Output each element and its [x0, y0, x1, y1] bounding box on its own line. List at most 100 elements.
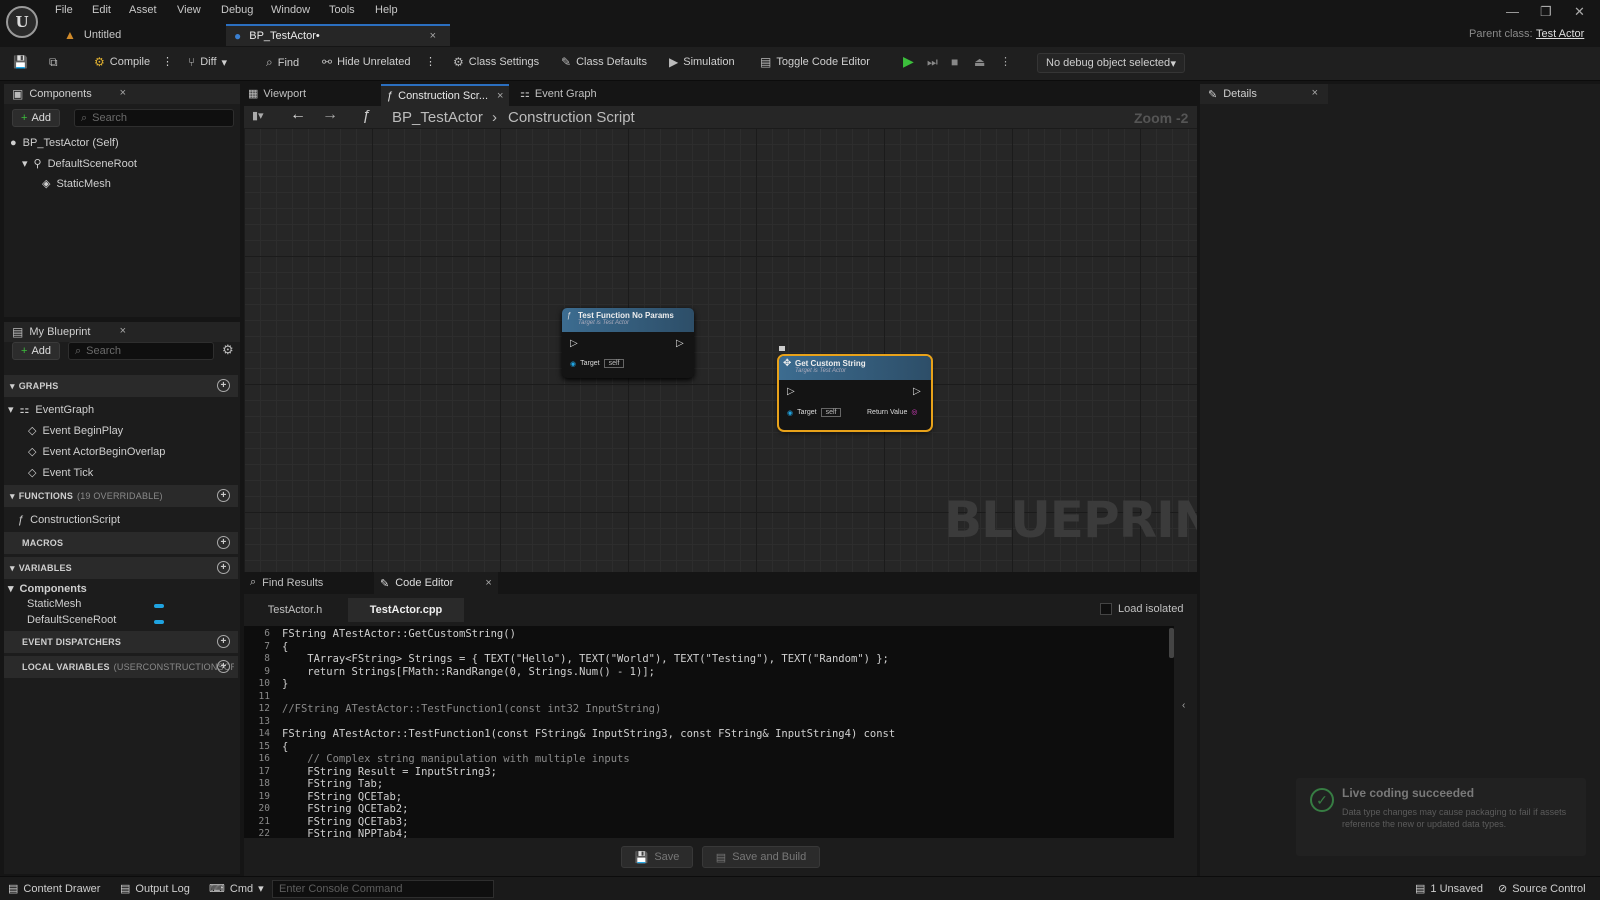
restore-icon[interactable]: ❐ [1540, 4, 1552, 20]
find-button[interactable]: ⌕ Find [266, 55, 299, 70]
tab-viewport[interactable]: ▦ Viewport [248, 87, 306, 101]
menu-file[interactable]: File [55, 4, 73, 16]
play-options-icon[interactable]: ⋮ [1000, 55, 1011, 68]
tab-untitled[interactable]: ▲ Untitled [56, 24, 216, 46]
close-tab-icon[interactable]: × [497, 90, 503, 102]
save-button[interactable]: 💾 Save [621, 846, 693, 868]
toggle-code-editor-button[interactable]: ▤ Toggle Code Editor [760, 55, 870, 69]
menu-view[interactable]: View [177, 4, 201, 16]
unreal-logo-icon[interactable]: U [6, 6, 38, 38]
add-member-button[interactable]: + Add [12, 342, 61, 360]
event-tick-item[interactable]: ◇ Event Tick [28, 466, 93, 480]
settings-gear-icon[interactable]: ⚙ [222, 342, 234, 358]
close-components-icon[interactable]: × [120, 87, 126, 99]
target-pin[interactable]: ◉ Target self [570, 359, 625, 368]
my-blueprint-search-input[interactable]: ⌕ Search [68, 342, 214, 360]
component-self[interactable]: ● BP_TestActor (Self) [10, 137, 119, 149]
variable-default-scene-root[interactable]: DefaultSceneRoot [27, 614, 116, 626]
breadcrumb-root[interactable]: BP_TestActor [392, 109, 483, 126]
add-component-button[interactable]: + Add [12, 109, 61, 127]
debug-object-select[interactable]: No debug object selected ▾ [1037, 53, 1185, 73]
menu-debug[interactable]: Debug [221, 4, 253, 16]
eject-icon[interactable]: ⏏ [974, 55, 985, 69]
node-test-function-no-params[interactable]: ƒ Test Function No Params Target is Test… [562, 308, 694, 378]
file-tab-testactor-cpp[interactable]: TestActor.cpp [348, 598, 464, 622]
close-details-icon[interactable]: × [1312, 87, 1318, 99]
forward-arrow-icon[interactable]: → [322, 106, 338, 124]
source-control-button[interactable]: ⊘ Source Control [1498, 882, 1586, 896]
save-icon[interactable]: 💾 [13, 55, 28, 69]
stop-icon[interactable]: ■ [951, 55, 958, 69]
parent-class-link[interactable]: Test Actor [1536, 28, 1584, 40]
exec-out-pin-icon[interactable]: ▷ [676, 338, 684, 349]
menu-window[interactable]: Window [271, 4, 310, 16]
cmd-select[interactable]: ⌨ Cmd ▾ [209, 882, 264, 896]
file-tab-testactor-h[interactable]: TestActor.h [250, 598, 340, 622]
simulation-button[interactable]: ▶ Simulation [669, 55, 735, 69]
browse-icon[interactable]: ⧉ [49, 55, 58, 70]
graphs-section-header[interactable]: ▾ GRAPHS + [4, 375, 238, 397]
tab-bp-testactor[interactable]: ● BP_TestActor• × [226, 24, 450, 46]
variables-section-header[interactable]: ▾ VARIABLES + [4, 557, 238, 579]
class-defaults-button[interactable]: ✎ Class Defaults [561, 55, 647, 69]
minimize-icon[interactable]: — [1506, 4, 1519, 19]
close-tab-icon[interactable]: × [485, 577, 491, 589]
more-options-icon[interactable]: ⋮ [425, 55, 436, 68]
tab-event-graph[interactable]: ⚏ Event Graph [520, 87, 597, 101]
blueprint-graph[interactable]: ƒ Test Function No Params Target is Test… [244, 128, 1197, 572]
node-get-custom-string[interactable]: ✥ Get Custom String Target is Test Actor… [777, 354, 933, 432]
add-dispatcher-icon[interactable]: + [217, 635, 230, 648]
event-actorbeginoverlap-item[interactable]: ◇ Event ActorBeginOverlap [28, 445, 165, 459]
hide-unrelated-button[interactable]: ⚯ Hide Unrelated [322, 55, 410, 69]
macros-section-header[interactable]: MACROS + [4, 532, 238, 554]
components-search-input[interactable]: ⌕ Search [74, 109, 234, 127]
exec-out-pin-icon[interactable]: ▷ [913, 386, 921, 397]
save-and-build-button[interactable]: ▤ Save and Build [702, 846, 820, 868]
add-variable-icon[interactable]: + [217, 561, 230, 574]
tab-construction-script[interactable]: ƒ Construction Scr... × [381, 84, 509, 106]
construction-script-item[interactable]: ƒ ConstructionScript [18, 514, 120, 526]
compile-button[interactable]: ⚙ Compile [94, 55, 150, 69]
compile-options-icon[interactable]: ⋮ [162, 55, 173, 68]
exec-in-pin-icon[interactable]: ▷ [787, 386, 795, 397]
collapse-side-icon[interactable]: ‹ [1182, 700, 1185, 711]
menu-asset[interactable]: Asset [129, 4, 157, 16]
unsaved-button[interactable]: ▤ 1 Unsaved [1415, 882, 1483, 896]
diff-button[interactable]: ⑂ Diff ▾ [188, 55, 227, 69]
class-settings-button[interactable]: ⚙ Class Settings [453, 55, 539, 69]
add-local-variable-icon[interactable]: + [217, 660, 230, 673]
variable-static-mesh[interactable]: StaticMesh [27, 598, 81, 610]
close-window-icon[interactable]: ✕ [1574, 4, 1585, 20]
step-icon[interactable]: ⏭ [927, 55, 938, 70]
functions-section-header[interactable]: ▾ FUNCTIONS (19 OVERRIDABLE) + [4, 485, 238, 507]
load-isolated-checkbox[interactable]: Load isolated [1100, 603, 1183, 615]
add-graph-icon[interactable]: + [217, 379, 230, 392]
close-tab-icon[interactable]: × [430, 30, 436, 42]
tab-find-results[interactable]: ⌕ Find Results [250, 576, 323, 589]
add-macro-icon[interactable]: + [217, 536, 230, 549]
code-scrollbar[interactable] [1169, 628, 1174, 658]
console-command-input[interactable]: Enter Console Command [272, 880, 494, 898]
component-static-mesh[interactable]: ◈ StaticMesh [42, 177, 111, 191]
node-comment-bubble-icon[interactable] [779, 346, 785, 351]
tab-code-editor[interactable]: ✎ Code Editor × [374, 572, 498, 594]
menu-edit[interactable]: Edit [92, 4, 111, 16]
exec-in-pin-icon[interactable]: ▷ [570, 338, 578, 349]
event-graph-item[interactable]: ▾ ⚏ EventGraph [8, 403, 94, 417]
content-drawer-button[interactable]: ▤ Content Drawer [8, 882, 100, 896]
event-dispatchers-section-header[interactable]: EVENT DISPATCHERS + [4, 631, 238, 653]
bookmark-icon[interactable]: ▮▾ [252, 109, 264, 122]
output-log-button[interactable]: ▤ Output Log [120, 882, 190, 896]
menu-tools[interactable]: Tools [329, 4, 355, 16]
back-arrow-icon[interactable]: ← [290, 106, 306, 124]
local-variables-section-header[interactable]: LOCAL VARIABLES (USERCONSTRUCTIONSCRI + [4, 656, 238, 678]
target-pin[interactable]: ◉ Target self [787, 408, 842, 417]
code-text-area[interactable]: 6 FString ATestActor::GetCustomString() 7{… [244, 626, 1174, 838]
add-function-icon[interactable]: + [217, 489, 230, 502]
event-beginplay-item[interactable]: ◇ Event BeginPlay [28, 424, 123, 438]
component-default-scene-root[interactable]: ▾ ⚲ DefaultSceneRoot [22, 157, 137, 171]
return-value-pin[interactable]: Return Value ◎ [867, 408, 917, 417]
components-variable-group[interactable]: ▾ Components [8, 582, 87, 596]
menu-help[interactable]: Help [375, 4, 398, 16]
play-icon[interactable]: ▶ [903, 53, 914, 70]
